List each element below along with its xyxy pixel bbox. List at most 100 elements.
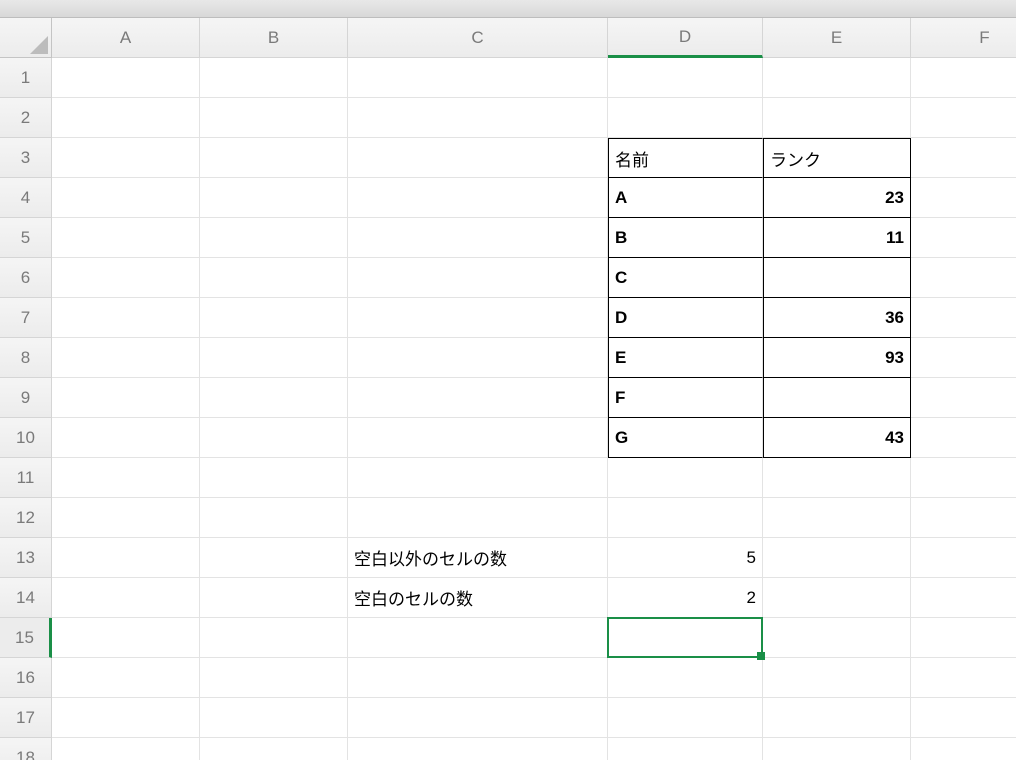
row-header-3[interactable]: 3 [0,138,52,178]
cell-C4[interactable] [348,178,608,218]
cell-F15[interactable] [911,618,1016,658]
cell-F3[interactable] [911,138,1016,178]
cell-B3[interactable] [200,138,348,178]
col-header-D[interactable]: D [608,18,763,58]
row-header-12[interactable]: 12 [0,498,52,538]
cell-B13[interactable] [200,538,348,578]
row-header-6[interactable]: 6 [0,258,52,298]
col-header-A[interactable]: A [52,18,200,58]
row-header-14[interactable]: 14 [0,578,52,618]
cell-F16[interactable] [911,658,1016,698]
cell-B2[interactable] [200,98,348,138]
cell-C1[interactable] [348,58,608,98]
cell-E12[interactable] [763,498,911,538]
row-header-1[interactable]: 1 [0,58,52,98]
cell-C17[interactable] [348,698,608,738]
cell-E4[interactable]: 23 [763,178,911,218]
cell-C6[interactable] [348,258,608,298]
cell-E3[interactable]: ランク [763,138,911,178]
cell-B8[interactable] [200,338,348,378]
cell-D7[interactable]: D [608,298,763,338]
row-header-15[interactable]: 15 [0,618,52,658]
row-header-11[interactable]: 11 [0,458,52,498]
cell-E1[interactable] [763,58,911,98]
cell-C11[interactable] [348,458,608,498]
cell-A7[interactable] [52,298,200,338]
cell-D2[interactable] [608,98,763,138]
cell-C12[interactable] [348,498,608,538]
cell-E7[interactable]: 36 [763,298,911,338]
cell-D16[interactable] [608,658,763,698]
cell-D8[interactable]: E [608,338,763,378]
cell-E8[interactable]: 93 [763,338,911,378]
cell-F4[interactable] [911,178,1016,218]
cell-A10[interactable] [52,418,200,458]
cell-F12[interactable] [911,498,1016,538]
row-header-5[interactable]: 5 [0,218,52,258]
cell-C16[interactable] [348,658,608,698]
row-header-17[interactable]: 17 [0,698,52,738]
cell-F10[interactable] [911,418,1016,458]
cell-D14[interactable]: 2 [608,578,763,618]
cell-F1[interactable] [911,58,1016,98]
col-header-B[interactable]: B [200,18,348,58]
cell-E16[interactable] [763,658,911,698]
select-all-corner[interactable] [0,18,52,58]
cell-C3[interactable] [348,138,608,178]
cell-F11[interactable] [911,458,1016,498]
cell-C10[interactable] [348,418,608,458]
cell-C2[interactable] [348,98,608,138]
cell-F13[interactable] [911,538,1016,578]
col-header-F[interactable]: F [911,18,1016,58]
cell-A11[interactable] [52,458,200,498]
cell-B17[interactable] [200,698,348,738]
cell-B6[interactable] [200,258,348,298]
cell-E17[interactable] [763,698,911,738]
cell-D12[interactable] [608,498,763,538]
row-header-13[interactable]: 13 [0,538,52,578]
cell-F7[interactable] [911,298,1016,338]
cell-A13[interactable] [52,538,200,578]
cell-A2[interactable] [52,98,200,138]
cell-F6[interactable] [911,258,1016,298]
cell-B11[interactable] [200,458,348,498]
row-header-9[interactable]: 9 [0,378,52,418]
cell-D13[interactable]: 5 [608,538,763,578]
cell-C15[interactable] [348,618,608,658]
cell-C8[interactable] [348,338,608,378]
cell-A12[interactable] [52,498,200,538]
cell-D9[interactable]: F [608,378,763,418]
cell-E18[interactable] [763,738,911,760]
cell-D4[interactable]: A [608,178,763,218]
cell-C5[interactable] [348,218,608,258]
cell-C9[interactable] [348,378,608,418]
cell-A1[interactable] [52,58,200,98]
cell-B9[interactable] [200,378,348,418]
cell-A16[interactable] [52,658,200,698]
cell-D3[interactable]: 名前 [608,138,763,178]
cell-D1[interactable] [608,58,763,98]
cell-C14[interactable]: 空白のセルの数 [348,578,608,618]
cell-E11[interactable] [763,458,911,498]
cell-B1[interactable] [200,58,348,98]
cell-F9[interactable] [911,378,1016,418]
cell-E6[interactable] [763,258,911,298]
cell-E10[interactable]: 43 [763,418,911,458]
cell-F2[interactable] [911,98,1016,138]
cell-F17[interactable] [911,698,1016,738]
cell-D6[interactable]: C [608,258,763,298]
cell-D15[interactable] [608,618,763,658]
cell-B4[interactable] [200,178,348,218]
cell-E15[interactable] [763,618,911,658]
cell-B15[interactable] [200,618,348,658]
cell-A3[interactable] [52,138,200,178]
row-header-18[interactable]: 18 [0,738,52,760]
cell-A6[interactable] [52,258,200,298]
cell-F8[interactable] [911,338,1016,378]
cell-A15[interactable] [52,618,200,658]
row-header-8[interactable]: 8 [0,338,52,378]
col-header-C[interactable]: C [348,18,608,58]
row-header-10[interactable]: 10 [0,418,52,458]
row-header-4[interactable]: 4 [0,178,52,218]
cell-D18[interactable] [608,738,763,760]
